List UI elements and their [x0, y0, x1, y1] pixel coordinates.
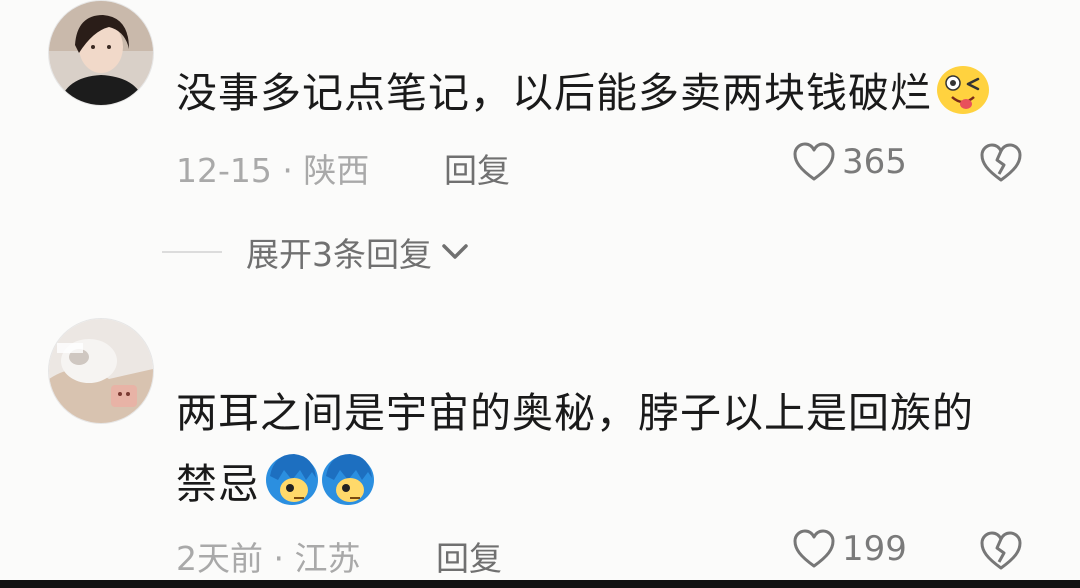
- avatar[interactable]: [48, 0, 154, 106]
- comment-text-line: 两耳之间是宇宙的奥秘，脖子以上是回族的: [176, 389, 974, 437]
- comment-meta: 2天前 · 江苏: [176, 532, 361, 580]
- blue-hair-face-emoji-icon: [264, 450, 376, 521]
- comment-location: 江苏: [294, 539, 361, 578]
- winking-tongue-emoji-icon: [936, 65, 990, 130]
- like-count: 365: [842, 142, 907, 182]
- expand-replies-button[interactable]: 展开3条回复: [162, 228, 470, 276]
- heart-icon: [793, 142, 835, 181]
- comment-location: 陕西: [303, 151, 370, 190]
- comment-text-content: 没事多记点笔记，以后能多卖两块钱破烂: [176, 69, 932, 117]
- broken-heart-icon: [980, 531, 1022, 570]
- bottom-edge: [0, 580, 1080, 588]
- expand-replies-label: 展开3条回复: [246, 235, 432, 274]
- separator: ·: [273, 539, 285, 578]
- avatar[interactable]: [48, 318, 154, 424]
- divider: [162, 251, 222, 253]
- heart-icon: [793, 529, 835, 568]
- like-button[interactable]: 199: [792, 528, 907, 570]
- broken-heart-icon: [980, 143, 1022, 182]
- reply-button[interactable]: 回复: [444, 144, 510, 192]
- comment-text-content: 禁忌: [176, 460, 260, 508]
- comment-text-line-2: 禁忌: [176, 450, 974, 521]
- comment-date: 2天前: [176, 539, 263, 578]
- comment-text: 没事多记点笔记，以后能多卖两块钱破烂: [176, 64, 990, 130]
- dislike-button[interactable]: [978, 142, 1024, 188]
- comment-meta: 12-15 · 陕西: [176, 144, 369, 192]
- comment-date: 12-15: [176, 151, 272, 190]
- reply-button[interactable]: 回复: [436, 532, 502, 580]
- chevron-down-icon: [442, 244, 468, 259]
- separator: ·: [282, 151, 293, 190]
- comment-text: 两耳之间是宇宙的奥秘，脖子以上是回族的 禁忌: [176, 384, 974, 521]
- dislike-button[interactable]: [978, 530, 1024, 576]
- like-count: 199: [842, 529, 907, 569]
- like-button[interactable]: 365: [792, 141, 907, 183]
